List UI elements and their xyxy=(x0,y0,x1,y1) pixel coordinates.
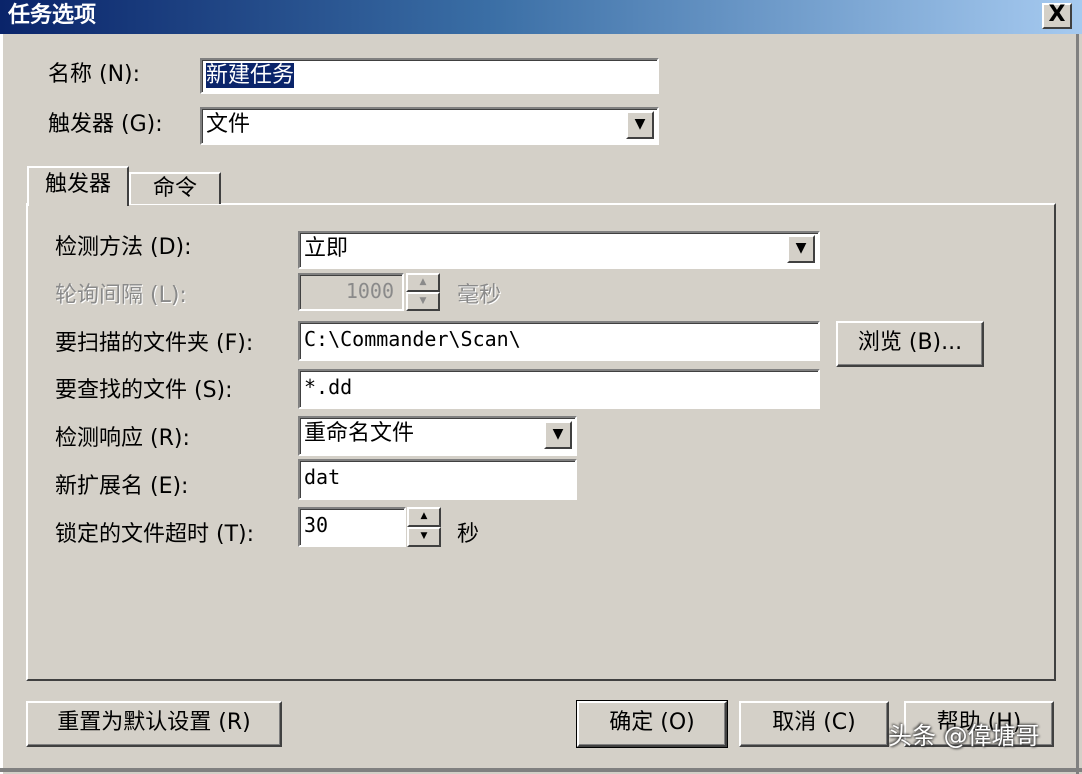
browse-button-label: 浏览 (B)... xyxy=(857,330,963,355)
poll-interval-spinner: ▲ ▼ xyxy=(406,273,440,311)
poll-interval-input: 1000 xyxy=(298,273,404,311)
chevron-down-icon: ▼ xyxy=(634,116,646,132)
detect-response-dropdown-button[interactable]: ▼ xyxy=(544,421,572,449)
tab-trigger-label: 触发器 xyxy=(44,172,111,197)
reset-defaults-button[interactable]: 重置为默认设置 (R) xyxy=(26,701,282,747)
detect-response-label: 检测响应 (R): xyxy=(55,426,190,451)
close-button[interactable]: X xyxy=(1042,3,1072,29)
detect-response-select[interactable]: 重命名文件 xyxy=(298,416,577,456)
spin-down-icon[interactable]: ▼ xyxy=(407,527,441,547)
tab-command-label: 命令 xyxy=(152,176,197,201)
detect-method-label: 检测方法 (D): xyxy=(55,235,192,260)
lock-timeout-value: 30 xyxy=(304,513,329,537)
new-extension-input[interactable]: dat xyxy=(298,459,577,500)
detect-method-value: 立即 xyxy=(304,236,349,261)
spin-down-icon: ▼ xyxy=(406,292,440,311)
scan-folder-label: 要扫描的文件夹 (F): xyxy=(55,331,254,356)
lock-timeout-spinner[interactable]: ▲ ▼ xyxy=(407,507,441,547)
detect-response-value: 重命名文件 xyxy=(304,421,415,446)
name-input[interactable]: 新建任务 xyxy=(200,58,659,94)
ok-button[interactable]: 确定 (O) xyxy=(576,700,728,748)
trigger-select-value: 文件 xyxy=(206,112,251,137)
find-file-input[interactable]: *.dd xyxy=(298,369,820,409)
name-input-value: 新建任务 xyxy=(206,63,295,88)
poll-interval-unit: 毫秒 xyxy=(457,283,502,308)
cancel-label: 取消 (C) xyxy=(772,710,856,735)
poll-interval-label: 轮询间隔 (L): xyxy=(55,283,187,308)
spin-up-icon[interactable]: ▲ xyxy=(407,507,441,527)
lock-timeout-input[interactable]: 30 xyxy=(298,507,406,547)
find-file-label: 要查找的文件 (S): xyxy=(55,378,233,403)
name-label: 名称 (N): xyxy=(48,62,141,87)
poll-interval-value: 1000 xyxy=(345,279,394,303)
lock-timeout-unit: 秒 xyxy=(457,522,480,547)
lock-timeout-label: 锁定的文件超时 (T): xyxy=(55,522,255,547)
title-bar[interactable] xyxy=(0,0,1082,34)
find-file-value: *.dd xyxy=(304,375,353,399)
watermark: 头条 @偉塘哥 xyxy=(888,722,1040,750)
trigger-select[interactable]: 文件 xyxy=(200,107,659,145)
window-frame-left xyxy=(0,34,3,774)
window-frame-right xyxy=(1076,34,1079,774)
browse-button[interactable]: 浏览 (B)... xyxy=(836,321,984,367)
scan-folder-value: C:\Commander\Scan\ xyxy=(304,327,521,351)
tab-command[interactable]: 命令 xyxy=(129,172,221,204)
window-frame-bottom xyxy=(0,768,1082,772)
ok-label: 确定 (O) xyxy=(609,710,695,735)
chevron-down-icon: ▼ xyxy=(552,426,564,442)
detect-method-dropdown-button[interactable]: ▼ xyxy=(787,235,815,263)
detect-method-select[interactable]: 立即 xyxy=(298,231,820,269)
chevron-down-icon: ▼ xyxy=(795,240,807,256)
trigger-dropdown-button[interactable]: ▼ xyxy=(626,111,654,139)
window-title: 任务选项 xyxy=(8,3,97,28)
cancel-button[interactable]: 取消 (C) xyxy=(739,701,889,747)
close-icon: X xyxy=(1048,2,1066,27)
reset-defaults-label: 重置为默认设置 (R) xyxy=(57,710,251,735)
trigger-label: 触发器 (G): xyxy=(48,112,163,137)
tab-trigger[interactable]: 触发器 xyxy=(27,166,129,206)
new-extension-label: 新扩展名 (E): xyxy=(55,474,189,499)
scan-folder-input[interactable]: C:\Commander\Scan\ xyxy=(298,321,820,361)
spin-up-icon: ▲ xyxy=(406,273,440,292)
new-extension-value: dat xyxy=(304,465,341,489)
